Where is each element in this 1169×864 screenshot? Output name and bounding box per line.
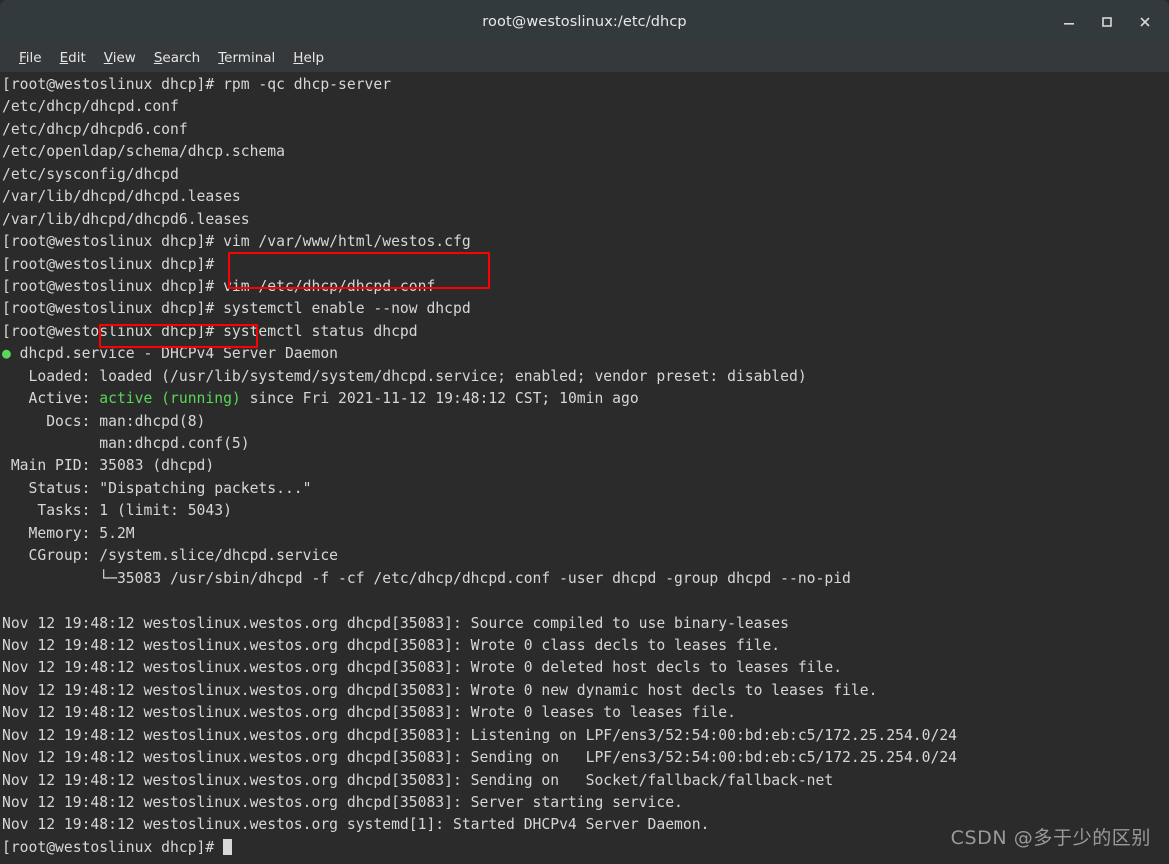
terminal-line: Nov 12 19:48:12 westoslinux.westos.org d…	[2, 771, 834, 789]
status-bullet-icon: ●	[2, 345, 11, 363]
menu-item-search[interactable]: Search	[145, 47, 209, 69]
menu-label: earch	[162, 50, 201, 66]
terminal-line: Nov 12 19:48:12 westoslinux.westos.org d…	[2, 704, 736, 722]
terminal-line: Loaded: loaded (/usr/lib/systemd/system/…	[2, 367, 807, 385]
terminal-line: /etc/dhcp/dhcpd.conf	[2, 98, 179, 116]
terminal-line: man:dhcpd.conf(5)	[2, 435, 250, 452]
terminal-line: /var/lib/dhcpd/dhcpd6.leases	[2, 210, 250, 228]
menu-item-file[interactable]: File	[10, 47, 51, 69]
menu-label: iew	[112, 50, 136, 66]
menu-item-edit[interactable]: Edit	[51, 47, 95, 69]
terminal-line: Nov 12 19:48:12 westoslinux.westos.org d…	[2, 614, 789, 632]
menu-item-terminal[interactable]: Terminal	[209, 47, 284, 69]
menu-label: ile	[25, 50, 42, 66]
terminal-line: [root@westoslinux dhcp]#	[2, 255, 215, 273]
terminal-line: /etc/dhcp/dhcpd6.conf	[2, 120, 188, 138]
menu-mnemonic: H	[293, 50, 304, 66]
window-controls	[1059, 0, 1165, 44]
terminal-line: [root@westoslinux dhcp]# vim /var/www/ht…	[2, 233, 471, 251]
menu-item-help[interactable]: Help	[284, 47, 333, 69]
menu-bar: File Edit View Search Terminal Help	[0, 44, 1169, 72]
terminal-line: Docs: man:dhcpd(8)	[2, 412, 206, 430]
close-icon[interactable]	[1135, 12, 1155, 32]
terminal-line: Nov 12 19:48:12 westoslinux.westos.org d…	[2, 681, 878, 699]
maximize-icon[interactable]	[1097, 12, 1117, 32]
terminal-window: root@westoslinux:/etc/dhcp File Edit Vie…	[0, 0, 1169, 864]
terminal-line: Main PID: 35083 (dhcpd)	[2, 457, 215, 475]
menu-item-view[interactable]: View	[95, 47, 145, 69]
terminal-line: /var/lib/dhcpd/dhcpd.leases	[2, 188, 241, 206]
minimize-icon[interactable]	[1059, 12, 1079, 32]
terminal-line: [root@westoslinux dhcp]# rpm -qc dhcp-se…	[2, 76, 392, 93]
terminal-line: Status: "Dispatching packets..."	[2, 479, 312, 497]
text-cursor	[223, 838, 232, 855]
active-state-value: active (running)	[99, 390, 241, 408]
menu-label: erminal	[224, 50, 276, 66]
window-title: root@westoslinux:/etc/dhcp	[482, 14, 687, 30]
window-titlebar: root@westoslinux:/etc/dhcp	[0, 0, 1169, 44]
terminal-line: Nov 12 19:48:12 westoslinux.westos.org d…	[2, 794, 683, 811]
terminal-line: Tasks: 1 (limit: 5043)	[2, 502, 232, 520]
terminal-line: CGroup: /system.slice/dhcpd.service	[2, 547, 339, 565]
active-label: Active:	[2, 390, 100, 408]
terminal-line: Nov 12 19:48:12 westoslinux.westos.org d…	[2, 636, 781, 654]
active-since-text: since Fri 2021-11-12 19:48:12 CST; 10min…	[240, 390, 639, 408]
terminal-line: Nov 12 19:48:12 westoslinux.westos.org d…	[2, 749, 958, 767]
terminal-line: [root@westoslinux dhcp]# systemctl enabl…	[2, 300, 471, 318]
terminal-line: [root@westoslinux dhcp]# systemctl statu…	[2, 322, 418, 340]
watermark: CSDN @多于少的区别	[950, 827, 1151, 849]
menu-mnemonic: E	[59, 50, 69, 66]
terminal-line: └─35083 /usr/sbin/dhcpd -f -cf /etc/dhcp…	[2, 569, 851, 587]
service-header-text: dhcpd.service - DHCPv4 Server Daemon	[10, 345, 339, 363]
menu-mnemonic: V	[103, 50, 113, 66]
menu-label: dit	[68, 50, 86, 66]
menu-mnemonic: F	[19, 50, 26, 66]
active-status-line: Active: active (running) since Fri 2021-…	[2, 388, 1169, 410]
terminal-line: /etc/openldap/schema/dhcp.schema	[2, 143, 285, 161]
terminal-line: /etc/sysconfig/dhcpd	[2, 165, 179, 183]
terminal-output[interactable]: [root@westoslinux dhcp]# rpm -qc dhcp-se…	[0, 72, 1169, 864]
terminal-line: Nov 12 19:48:12 westoslinux.westos.org d…	[2, 726, 958, 744]
terminal-line: Memory: 5.2M	[2, 524, 135, 542]
service-header-line: ● dhcpd.service - DHCPv4 Server Daemon	[2, 343, 1169, 365]
terminal-line: Nov 12 19:48:12 westoslinux.westos.org d…	[2, 659, 843, 677]
terminal-line: [root@westoslinux dhcp]# vim /etc/dhcp/d…	[2, 277, 436, 295]
menu-label: elp	[303, 50, 325, 66]
prompt-text: [root@westoslinux dhcp]#	[2, 838, 224, 856]
